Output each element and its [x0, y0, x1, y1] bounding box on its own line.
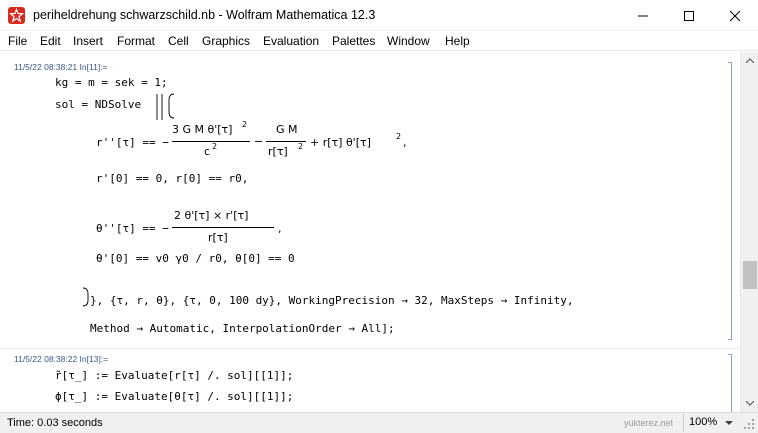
- menu-format[interactable]: Format: [117, 34, 155, 48]
- zoom-level: 100%: [689, 416, 718, 428]
- ic1-line: r'[0] == 0, r[0] == r0,: [96, 172, 249, 185]
- eq1-den1: c: [204, 145, 211, 158]
- scroll-thumb[interactable]: [743, 261, 757, 289]
- close-button[interactable]: [712, 0, 758, 31]
- options-line-1: }, {τ, r, θ}, {τ, 0, 100 dy}, WorkingPre…: [90, 294, 574, 307]
- evaluation-time: Time: 0.03 seconds: [7, 417, 103, 429]
- cell-in-label: 11/5/22 08:38:22 In[13]:=: [14, 354, 109, 364]
- eq1-den2-exp: 2: [298, 142, 304, 151]
- resize-grip-icon[interactable]: [744, 419, 755, 430]
- menu-palettes[interactable]: Palettes: [332, 34, 375, 48]
- menu-bar: File Edit Insert Format Cell Graphics Ev…: [0, 31, 758, 51]
- cell-in-label: 11/5/22 08:38:21 In[11]:=: [14, 62, 108, 72]
- eq2-lhs: θ''[τ] == −: [96, 222, 169, 235]
- maximize-icon: [684, 11, 694, 21]
- status-bar: Time: 0.03 seconds yukterez.net 100%: [0, 412, 758, 433]
- close-icon: [729, 10, 741, 22]
- vertical-scrollbar[interactable]: [740, 52, 758, 412]
- menu-evaluation[interactable]: Evaluation: [263, 34, 319, 48]
- eq1-den2: r[τ]: [268, 145, 288, 158]
- minimize-icon: [638, 15, 648, 17]
- eq2-comma: ,: [278, 222, 282, 235]
- eq2-den: r[τ]: [208, 231, 228, 244]
- eq1-fraction1-line: [172, 141, 250, 142]
- eq1-tail: + r[τ] θ'[τ]: [310, 136, 371, 149]
- mathematica-spikey-icon[interactable]: [8, 7, 25, 24]
- window-title: periheldrehung schwarzschild.nb - Wolfra…: [33, 8, 376, 22]
- scroll-up-button[interactable]: [741, 52, 758, 69]
- menu-help[interactable]: Help: [445, 34, 470, 48]
- eq2-fraction-line: [172, 227, 274, 228]
- eq1-num1-exp: 2: [242, 120, 248, 129]
- watermark-text: yukterez.net: [624, 418, 674, 428]
- code-line-phi[interactable]: ϕ[τ_] := Evaluate[θ[τ] /. sol][[1]];: [55, 390, 293, 403]
- eq2-num: 2 θ'[τ] × r'[τ]: [174, 209, 249, 222]
- chevron-down-icon: [725, 421, 733, 425]
- eq1-minus: −: [254, 135, 264, 148]
- menu-insert[interactable]: Insert: [73, 34, 103, 48]
- menu-edit[interactable]: Edit: [40, 34, 61, 48]
- eq1-num2: G M: [276, 123, 298, 136]
- menu-cell[interactable]: Cell: [168, 34, 189, 48]
- eq1-comma: ,: [403, 136, 407, 149]
- menu-graphics[interactable]: Graphics: [202, 34, 250, 48]
- maximize-button[interactable]: [666, 0, 712, 31]
- cell-bracket[interactable]: [728, 62, 732, 340]
- eq1-lhs: r''[τ] == −: [96, 136, 169, 149]
- eq1-den1-exp: 2: [212, 142, 218, 151]
- menu-file[interactable]: File: [8, 34, 27, 48]
- menu-window[interactable]: Window: [387, 34, 430, 48]
- ic2-line: θ'[0] == v0 γ0 / r0, θ[0] == 0: [96, 252, 295, 265]
- notebook-area[interactable]: 11/5/22 08:38:21 In[11]:= kg = m = sek =…: [0, 52, 740, 412]
- eq1-tail-exp: 2: [396, 132, 402, 141]
- code-line-r-tilde[interactable]: r̃[τ_] := Evaluate[r[τ] /. sol][[1]];: [55, 369, 293, 382]
- minimize-button[interactable]: [620, 0, 666, 31]
- chevron-up-icon: [746, 58, 754, 63]
- code-line-sol[interactable]: sol = NDSolve: [55, 98, 141, 111]
- options-line-2: Method → Automatic, InterpolationOrder →…: [90, 322, 395, 335]
- cell-separator: [0, 348, 740, 349]
- cell-bracket[interactable]: [728, 354, 732, 412]
- code-line-assign-units[interactable]: kg = m = sek = 1;: [55, 76, 168, 89]
- zoom-selector[interactable]: 100%: [683, 414, 741, 432]
- chevron-down-icon: [746, 401, 754, 406]
- eq1-num1: 3 G M θ'[τ]: [172, 123, 233, 136]
- title-bar: periheldrehung schwarzschild.nb - Wolfra…: [0, 0, 758, 31]
- scroll-down-button[interactable]: [741, 395, 758, 412]
